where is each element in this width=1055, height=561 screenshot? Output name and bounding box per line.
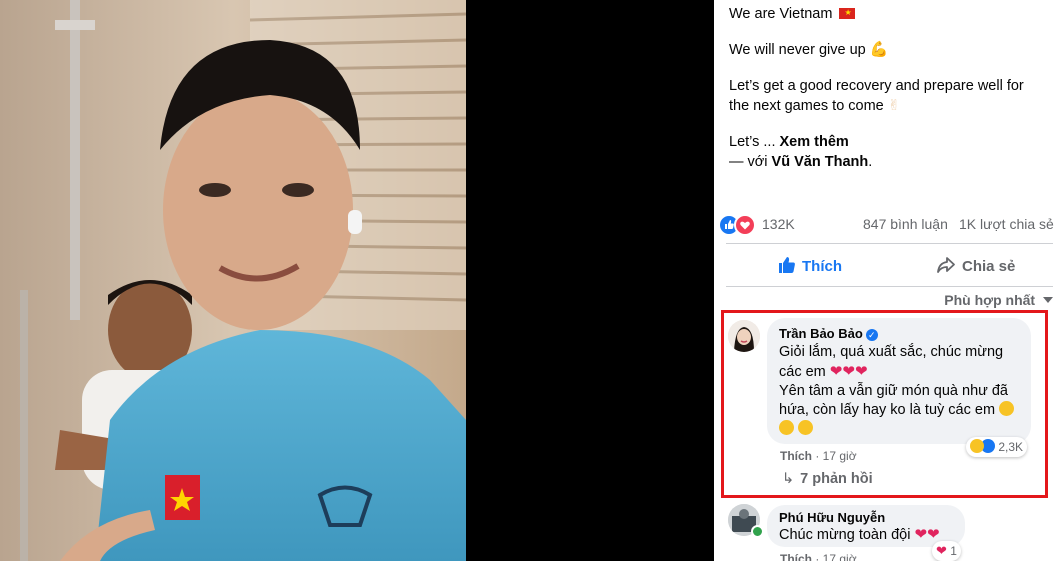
selfie-image	[0, 0, 466, 561]
post-side-panel: We are Vietnam ★ We will never give up 💪…	[714, 0, 1055, 561]
share-button[interactable]: Chia sẻ	[936, 256, 1015, 275]
post-stats: 132K 847 bình luận 1K lượt chia sẻ	[714, 212, 1055, 236]
comment-meta: Thích · 17 giờ	[780, 449, 857, 463]
online-status-icon	[751, 525, 764, 538]
comment-reaction-badge[interactable]: ❤ 1	[932, 541, 961, 561]
comments-count[interactable]: 847 bình luận	[863, 216, 948, 232]
like-button[interactable]: Thích	[778, 256, 842, 275]
red-heart-icon: ❤	[854, 363, 868, 380]
comment-text-part: hứa, còn lấy hay ko là tuỳ các em	[779, 402, 996, 418]
red-heart-icon: ❤	[927, 526, 940, 543]
tagged-person-link[interactable]: Vũ Văn Thanh	[772, 154, 869, 170]
caption-line-4: Let’s ... Xem thêm — với Vũ Văn Thanh.	[729, 132, 1049, 172]
laughing-emoji-icon	[798, 420, 814, 435]
comment-like-link[interactable]: Thích	[780, 552, 812, 561]
caption-line-2: We will never give up 💪	[729, 40, 1049, 60]
comment-bubble: Phú Hữu Nguyễn Chúc mừng toàn đội ❤❤	[767, 505, 965, 547]
vietnam-flag-icon: ★	[839, 8, 856, 19]
share-icon	[937, 257, 955, 273]
divider	[726, 286, 1053, 287]
comment-text-part: Chúc mừng toàn đội	[779, 527, 911, 543]
laughing-emoji-icon	[779, 420, 794, 435]
like-label: Thích	[802, 258, 842, 275]
divider	[726, 243, 1053, 244]
caption-line-3: Let’s get a good recovery and prepare we…	[729, 76, 1049, 116]
view-replies-link[interactable]: ↳ 7 phản hồi	[782, 471, 873, 487]
comment-reaction-badge[interactable]: 2,3K	[966, 437, 1028, 457]
red-heart-icon: ❤	[829, 363, 843, 380]
caption-text: .	[868, 154, 873, 170]
comment-author[interactable]: Trần Bảo Bảo ✓	[779, 326, 878, 341]
shares-count[interactable]: 1K lượt chia sẻ	[959, 216, 1054, 232]
comment-meta: Thích · 17 giờ	[780, 552, 857, 561]
caption-text: We are Vietnam	[729, 6, 833, 22]
comment-author[interactable]: Phú Hữu Nguyễn	[779, 510, 885, 525]
post-caption: We are Vietnam ★ We will never give up 💪…	[729, 4, 1049, 172]
reactions-count[interactable]: 132K	[762, 216, 795, 232]
author-name: Trần Bảo Bảo	[779, 326, 863, 341]
red-heart-icon: ❤	[914, 526, 928, 543]
reaction-count: 1	[950, 544, 957, 558]
victory-hand-icon: ✌	[887, 97, 901, 114]
thumbs-up-icon	[779, 257, 795, 273]
sort-label: Phù hợp nhất	[944, 292, 1036, 308]
with-prefix: — với	[729, 154, 772, 170]
comment-sort-dropdown[interactable]: Phù hợp nhất	[944, 292, 1053, 308]
comment-text-part: các em	[779, 364, 826, 380]
see-more-link[interactable]: Xem thêm	[780, 134, 849, 150]
avatar-image	[728, 320, 760, 352]
love-reaction-icon	[734, 214, 756, 236]
photo-viewer-background	[466, 0, 714, 561]
red-heart-icon: ❤	[842, 363, 855, 380]
post-photo[interactable]	[0, 0, 466, 561]
caption-line-1: We are Vietnam ★	[729, 4, 1049, 24]
replies-label: 7 phản hồi	[800, 471, 873, 487]
comment-line-with-emoji: hứa, còn lấy hay ko là tuỳ các em	[779, 401, 1027, 420]
comment-line-with-hearts: các em ❤❤❤	[779, 362, 1027, 382]
comment-line: Yên tâm a vẫn giữ món quà như đã	[779, 383, 1008, 399]
comment-bubble: Trần Bảo Bảo ✓ Giỏi lắm, quá xuất sắc, ch…	[767, 318, 1031, 444]
flexed-biceps-icon: 💪	[869, 41, 889, 58]
comment-time[interactable]: 17 giờ	[823, 449, 857, 463]
laughing-emoji-icon	[999, 401, 1015, 416]
verified-badge-icon: ✓	[865, 329, 878, 341]
comment-time[interactable]: 17 giờ	[823, 552, 857, 561]
post-actions: Thích Chia sẻ	[714, 246, 1055, 286]
haha-reaction-icon	[970, 439, 984, 453]
comment-line: Giỏi lắm, quá xuất sắc, chúc mừng	[779, 344, 1004, 360]
caption-text: Let’s ...	[729, 134, 780, 150]
comment-text: Chúc mừng toàn đội ❤❤	[779, 525, 940, 545]
comment-like-link[interactable]: Thích	[780, 449, 812, 463]
reaction-count: 2,3K	[998, 440, 1024, 454]
comment-text: Giỏi lắm, quá xuất sắc, chúc mừng các em…	[779, 343, 1027, 439]
share-label: Chia sẻ	[962, 258, 1016, 275]
caption-text: the next games to come	[729, 98, 884, 114]
reaction-icons[interactable]	[718, 214, 756, 236]
caret-down-icon	[1043, 297, 1053, 303]
caption-text: We will never give up	[729, 42, 866, 58]
avatar[interactable]	[728, 320, 760, 352]
love-reaction-icon: ❤	[936, 543, 947, 558]
reply-arrow-icon: ↳	[782, 471, 795, 487]
caption-text: Let’s get a good recovery and prepare we…	[729, 78, 1024, 94]
